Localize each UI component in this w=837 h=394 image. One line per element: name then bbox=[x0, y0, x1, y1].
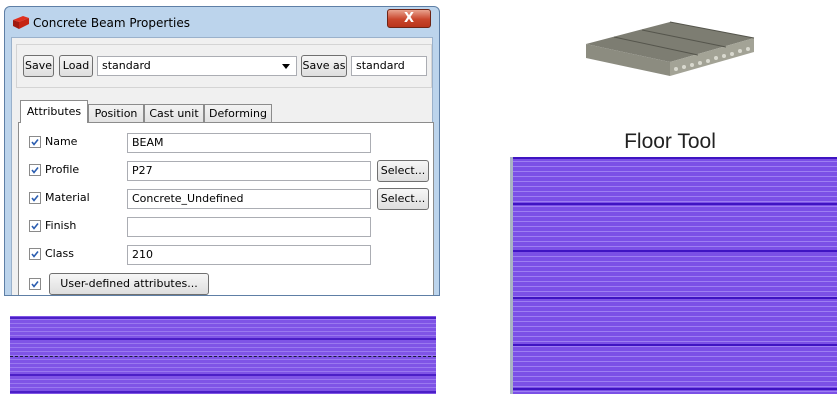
beam-plan-view bbox=[10, 316, 436, 394]
title-bar[interactable]: Concrete Beam Properties X bbox=[5, 7, 439, 37]
save-load-toolbar: Save Load standard Save as standard bbox=[16, 44, 432, 88]
tab-attributes[interactable]: Attributes bbox=[20, 100, 88, 123]
tab-deforming[interactable]: Deforming bbox=[204, 104, 272, 123]
save-button[interactable]: Save bbox=[23, 55, 54, 77]
user-defined-attributes-button[interactable]: User-defined attributes... bbox=[49, 273, 209, 295]
tab-cast-unit[interactable]: Cast unit bbox=[144, 104, 204, 123]
dialog-title: Concrete Beam Properties bbox=[33, 16, 190, 30]
floor-slab-joint-line bbox=[513, 203, 837, 205]
chevron-down-icon bbox=[282, 64, 290, 69]
material-select-button[interactable]: Select... bbox=[377, 188, 429, 210]
material-input[interactable]: Concrete_Undefined bbox=[127, 189, 371, 209]
floor-edge-line bbox=[513, 157, 837, 159]
beam-edge-line bbox=[10, 391, 436, 393]
beam-edge-line bbox=[10, 374, 436, 376]
checkmark-icon bbox=[31, 167, 39, 174]
finish-checkbox[interactable] bbox=[29, 220, 41, 232]
profile-input[interactable]: P27 bbox=[127, 161, 371, 181]
beam-reference-line bbox=[10, 356, 436, 357]
beam-edge-line bbox=[10, 317, 436, 319]
profile-label: Profile bbox=[45, 163, 80, 176]
checkmark-icon bbox=[31, 281, 39, 288]
class-input[interactable]: 210 bbox=[127, 245, 371, 265]
concrete-beam-properties-dialog: Concrete Beam Properties X Save Load sta… bbox=[4, 6, 440, 296]
attributes-panel: Name BEAM Profile P27 Select... Material… bbox=[18, 122, 434, 295]
hollow-core-slab-icon bbox=[586, 21, 755, 76]
user-defined-checkbox[interactable] bbox=[29, 278, 41, 290]
checkmark-icon bbox=[31, 139, 39, 146]
close-icon: X bbox=[403, 11, 415, 26]
material-checkbox[interactable] bbox=[29, 192, 41, 204]
floor-slab-joint-line bbox=[513, 344, 837, 346]
floor-edge-line bbox=[513, 388, 837, 390]
finish-input[interactable] bbox=[127, 217, 371, 237]
checkmark-icon bbox=[31, 223, 39, 230]
name-input[interactable]: BEAM bbox=[127, 133, 371, 153]
class-checkbox[interactable] bbox=[29, 248, 41, 260]
save-as-name-input[interactable]: standard bbox=[351, 56, 427, 76]
attribute-row-finish: Finish bbox=[29, 217, 429, 237]
floor-slab-joint-line bbox=[513, 250, 837, 252]
checkmark-icon bbox=[31, 195, 39, 202]
name-checkbox[interactable] bbox=[29, 136, 41, 148]
floor-tool-title: Floor Tool bbox=[624, 130, 716, 153]
dialog-client-area: Save Load standard Save as standard Attr… bbox=[11, 37, 434, 295]
floor-slab-joint-line bbox=[513, 297, 837, 299]
preset-dropdown[interactable]: standard bbox=[97, 56, 297, 76]
tab-position[interactable]: Position bbox=[88, 104, 144, 123]
profile-select-button[interactable]: Select... bbox=[377, 160, 429, 182]
attribute-row-profile: Profile P27 Select... bbox=[29, 160, 429, 182]
app-icon bbox=[13, 16, 29, 29]
finish-label: Finish bbox=[45, 219, 77, 232]
name-label: Name bbox=[45, 135, 78, 148]
attribute-row-user-defined: User-defined attributes... bbox=[29, 273, 429, 295]
close-button[interactable]: X bbox=[387, 9, 431, 28]
floor-plan-view bbox=[510, 157, 837, 394]
attribute-row-name: Name BEAM bbox=[29, 133, 429, 153]
save-as-button[interactable]: Save as bbox=[301, 55, 347, 77]
attribute-row-class: Class 210 bbox=[29, 245, 429, 265]
class-label: Class bbox=[45, 247, 74, 260]
preset-value: standard bbox=[102, 59, 151, 72]
checkmark-icon bbox=[31, 251, 39, 258]
material-label: Material bbox=[45, 191, 90, 204]
profile-checkbox[interactable] bbox=[29, 164, 41, 176]
beam-edge-line bbox=[10, 338, 436, 340]
attribute-row-material: Material Concrete_Undefined Select... bbox=[29, 188, 429, 210]
load-button[interactable]: Load bbox=[59, 55, 93, 77]
